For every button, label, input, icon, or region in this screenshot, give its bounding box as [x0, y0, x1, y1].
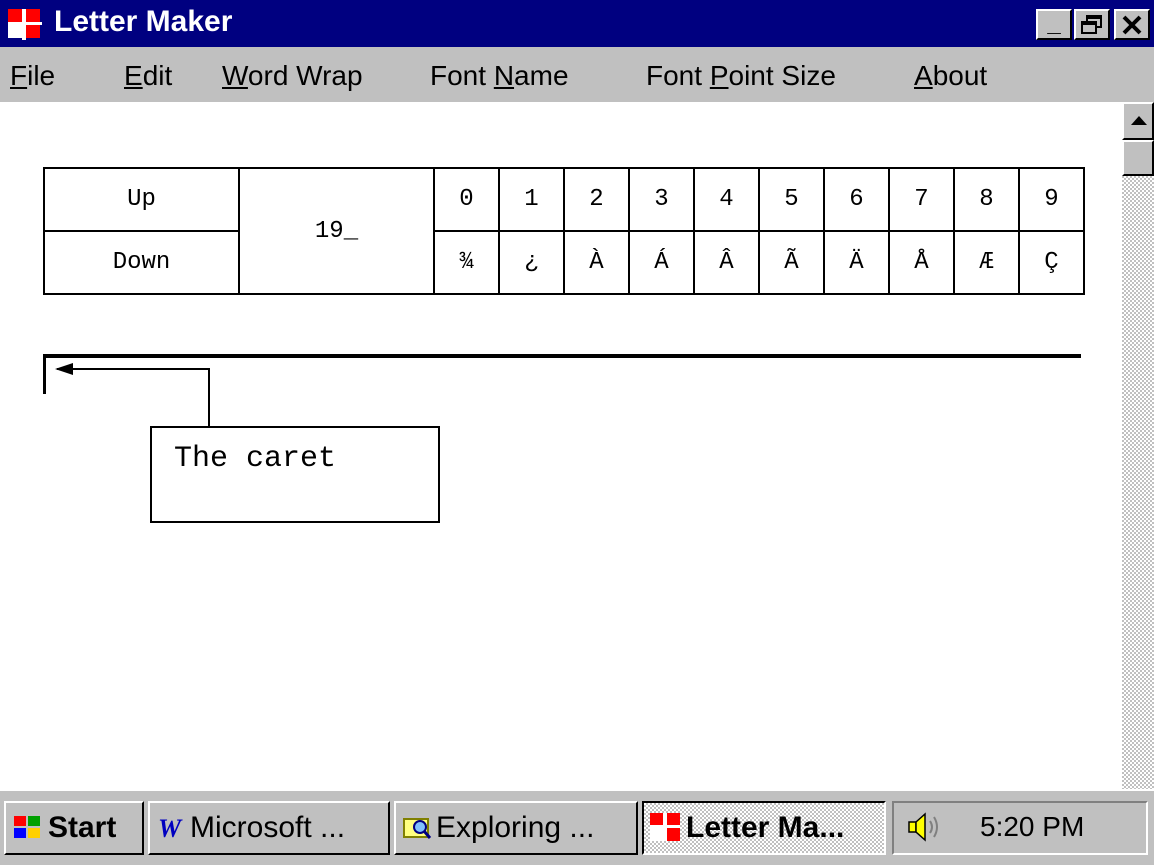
menu-font-name[interactable]: Font Name	[430, 59, 569, 93]
restore-icon	[1081, 15, 1102, 34]
char-key-3[interactable]: Á	[628, 230, 695, 295]
digit-key-1[interactable]: 1	[498, 167, 565, 232]
minimize-icon: _	[1047, 10, 1061, 37]
close-button[interactable]	[1114, 9, 1150, 40]
char-key-5[interactable]: Ã	[758, 230, 825, 295]
start-label: Start	[48, 811, 117, 844]
down-button[interactable]: Down	[43, 230, 240, 295]
taskbar-task-microsoft-word[interactable]: W Microsoft ...	[148, 801, 390, 855]
char-key-9[interactable]: Ç	[1018, 230, 1085, 295]
close-icon	[1122, 15, 1142, 35]
char-key-1[interactable]: ¿	[498, 230, 565, 295]
caret-callout-box: The caret	[150, 426, 440, 523]
menu-about[interactable]: About	[914, 59, 987, 93]
char-key-8[interactable]: Æ	[953, 230, 1020, 295]
callout-arrow-icon	[55, 363, 210, 426]
char-key-0[interactable]: ¾	[433, 230, 500, 295]
clock[interactable]: 5:20 PM	[980, 807, 1084, 847]
menu-font-point-size[interactable]: Font Point Size	[646, 59, 836, 93]
caret-callout-text: The caret	[174, 442, 337, 476]
title-bar[interactable]: Letter Maker _	[0, 0, 1154, 47]
arrow-up-icon	[1131, 116, 1147, 125]
letter-maker-app-icon[interactable]	[8, 9, 42, 40]
taskbar: Start W Microsoft ... Exploring ... Lett…	[0, 789, 1154, 865]
task-label-letter-maker: Letter Ma...	[686, 811, 845, 844]
keypad-row-down: Down ¾ ¿ À Á Â Ã Ä Å Æ Ç	[43, 230, 1085, 295]
speaker-volume-icon[interactable]	[906, 811, 942, 843]
digit-key-3[interactable]: 3	[628, 167, 695, 232]
windows-logo-icon	[14, 816, 40, 838]
digit-key-7[interactable]: 7	[888, 167, 955, 232]
vertical-scrollbar[interactable]	[1122, 102, 1154, 789]
word-icon: W	[158, 814, 183, 841]
taskbar-task-letter-maker[interactable]: Letter Ma...	[642, 801, 886, 855]
char-key-4[interactable]: Â	[693, 230, 760, 295]
char-key-2[interactable]: À	[563, 230, 630, 295]
letter-maker-icon	[650, 813, 680, 841]
digit-key-6[interactable]: 6	[823, 167, 890, 232]
digit-key-9[interactable]: 9	[1018, 167, 1085, 232]
digit-key-4[interactable]: 4	[693, 167, 760, 232]
digit-key-0[interactable]: 0	[433, 167, 500, 232]
maximize-button[interactable]	[1074, 9, 1110, 40]
keypad-row-up: Up 19_ 0 1 2 3 4 5 6 7 8 9	[43, 167, 1085, 295]
char-key-7[interactable]: Å	[888, 230, 955, 295]
up-button[interactable]: Up	[43, 167, 240, 232]
task-label-word: Microsoft ...	[190, 811, 346, 844]
start-button[interactable]: Start	[4, 801, 144, 855]
svg-text:W: W	[158, 814, 183, 841]
explorer-folder-icon	[403, 818, 432, 839]
digit-key-2[interactable]: 2	[563, 167, 630, 232]
code-display: 19_	[238, 167, 435, 295]
digit-key-8[interactable]: 8	[953, 167, 1020, 232]
minimize-button[interactable]: _	[1036, 9, 1072, 40]
menu-word-wrap[interactable]: Word Wrap	[222, 59, 363, 93]
digit-key-5[interactable]: 5	[758, 167, 825, 232]
taskbar-task-exploring[interactable]: Exploring ...	[394, 801, 638, 855]
system-tray: 5:20 PM	[892, 801, 1148, 855]
menu-edit[interactable]: Edit	[124, 59, 172, 93]
menu-file[interactable]: File	[10, 59, 55, 93]
scroll-up-button[interactable]	[1122, 102, 1154, 140]
scrollbar-thumb[interactable]	[1122, 140, 1154, 176]
task-label-exploring: Exploring ...	[436, 811, 595, 844]
character-keypad-table: Up 19_ 0 1 2 3 4 5 6 7 8 9 Down ¾ ¿ À Á …	[43, 167, 1085, 295]
window-title: Letter Maker	[54, 5, 233, 38]
char-key-6[interactable]: Ä	[823, 230, 890, 295]
menu-bar: File Edit Word Wrap Font Name Font Point…	[0, 47, 1154, 102]
